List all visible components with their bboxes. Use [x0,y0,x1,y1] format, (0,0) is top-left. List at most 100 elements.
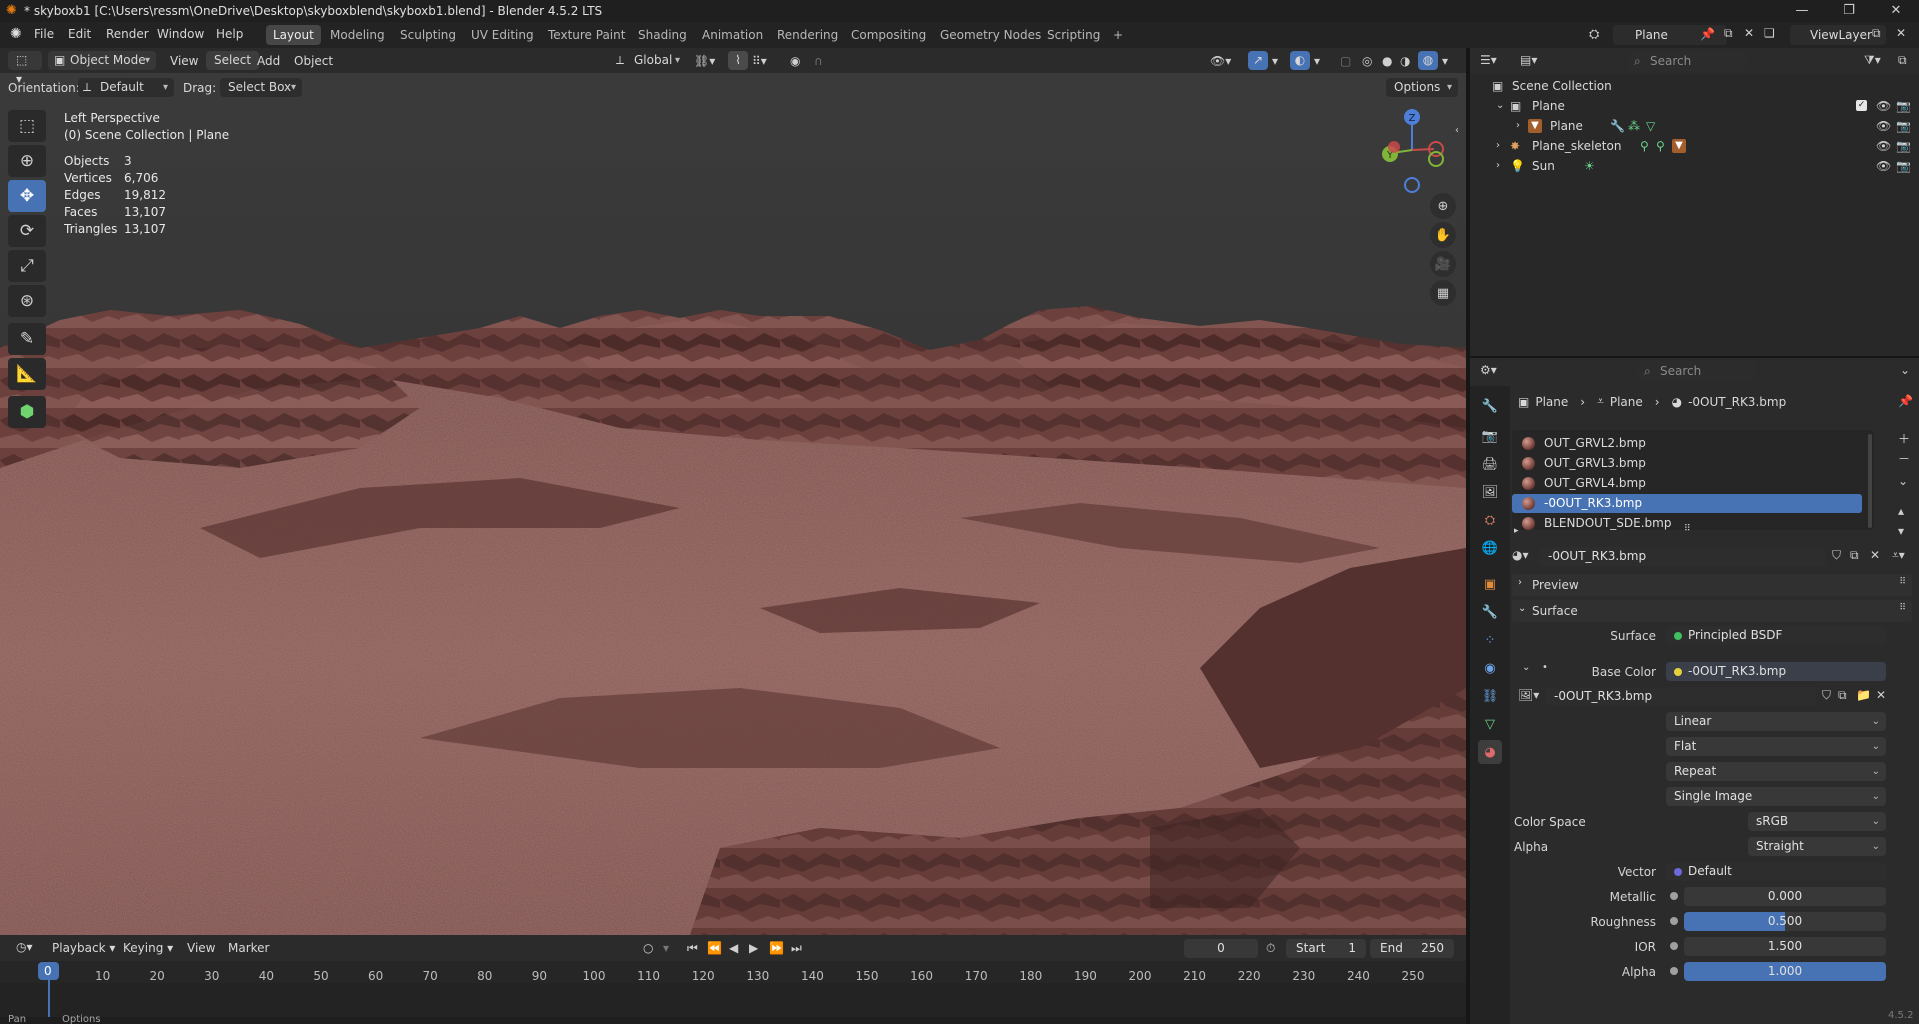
menu-add[interactable]: Add [257,54,280,68]
pan-hand-icon[interactable]: ✋ [1430,222,1456,248]
menu-edit[interactable]: Edit [68,27,91,41]
material-shading-icon[interactable]: ◑ [1400,54,1410,68]
outliner-row-scene-collection[interactable]: ▣ Scene Collection [1470,76,1919,96]
overlay-dropdown-icon[interactable]: ▾ [1314,54,1320,68]
tab-object[interactable]: ▣ [1478,572,1502,596]
scale-tool[interactable]: ⤢ [8,250,46,282]
tab-rendering[interactable]: Rendering [770,25,845,45]
timeline-editor-type-button[interactable]: ◷▾ [8,938,42,957]
cursor-tool[interactable]: ⊕ [8,145,46,177]
material-name-field[interactable]: -0OUT_RK3.bmp [1540,547,1826,566]
menu-playback[interactable]: Playback ▾ [52,941,115,955]
snap-icon[interactable]: ⌇ [728,51,748,70]
chevron-right-icon[interactable]: › [1496,136,1500,156]
tab-world[interactable]: 🌐 [1478,536,1502,560]
add-slot-icon[interactable]: ＋ [1898,430,1910,447]
roughness-slider[interactable]: 0.500 [1684,912,1886,931]
tab-render[interactable]: 📷 [1478,424,1502,448]
tab-data[interactable]: ▽ [1478,712,1502,736]
menu-select[interactable]: Select [206,51,260,70]
pin-icon[interactable]: 📌 [1700,27,1715,41]
mode-selector[interactable]: ▣ Object Mode ▾ [48,51,156,70]
add-cube-tool[interactable]: ⬢ [8,396,46,428]
close-button[interactable]: ✕ [1873,0,1919,22]
tab-compositing[interactable]: Compositing [844,25,933,45]
shading-dropdown-icon[interactable]: ▾ [1442,54,1448,68]
chevron-right-icon[interactable]: › [1516,116,1520,136]
menu-render[interactable]: Render [106,27,149,41]
menu-window[interactable]: Window [157,27,204,41]
exclude-checkbox[interactable]: ✓ [1856,100,1867,111]
move-tool[interactable]: ✥ [8,180,46,212]
tab-uv-editing[interactable]: UV Editing [464,25,541,45]
child-mesh-icon[interactable]: ▼ [1672,139,1686,153]
material-slot[interactable]: OUT_GRVL3.bmp [1512,454,1862,473]
alpha-mode-dropdown[interactable]: Straight ⌄ [1748,837,1886,856]
tab-layout[interactable]: Layout [266,25,321,45]
current-frame-field[interactable]: 0 [1184,939,1258,958]
menu-object[interactable]: Object [294,54,333,68]
viewlayer-icon[interactable]: ❏ [1764,26,1775,40]
outliner-search-input[interactable]: ⌕ Search [1628,51,1746,71]
add-workspace-icon[interactable]: + [1106,25,1130,45]
ior-field[interactable]: 1.500 [1684,937,1886,956]
minimize-button[interactable]: — [1779,0,1825,22]
visibility-icon[interactable]: 👁▾ [1210,54,1231,68]
wireframe-shading-icon[interactable]: ◎ [1362,54,1372,68]
tab-shading[interactable]: Shading [631,25,694,45]
metallic-slider[interactable]: 0.000 [1684,887,1886,906]
annotate-tool[interactable]: ✎ [8,323,46,355]
tab-modeling[interactable]: Modeling [323,25,392,45]
render-camera-icon[interactable]: 📷 [1896,156,1911,176]
tab-material[interactable]: ◕ [1478,740,1502,764]
navigation-gizmo[interactable]: Z Y [1370,105,1450,195]
proportional-edit-icon[interactable]: ◉ [790,54,800,68]
rendered-shading-icon[interactable]: ◍ [1418,51,1438,70]
tab-constraints[interactable]: ⛓ [1478,684,1502,708]
rotate-tool[interactable]: ⟳ [8,215,46,247]
tab-texture-paint[interactable]: Texture Paint [541,25,632,45]
orientation-selector[interactable]: ⟂ Default ▾ [78,78,174,97]
tab-output[interactable]: 🖨 [1478,452,1502,476]
preview-range-icon[interactable]: ⏱ [1266,941,1275,956]
camera-view-icon[interactable]: 🎥 [1430,251,1456,277]
alpha-slider[interactable]: 1.000 [1684,962,1886,981]
options-chevron-icon[interactable]: ⌄ [1900,363,1910,377]
menu-file[interactable]: File [34,27,54,41]
render-camera-icon[interactable]: 📷 [1896,116,1911,136]
surface-panel-header[interactable]: ⌄ Surface ⠿ [1512,600,1912,622]
play-reverse-icon[interactable]: ◀ [729,941,738,955]
start-frame-field[interactable]: Start 1 [1286,939,1366,958]
material-slot[interactable]: OUT_GRVL4.bmp [1512,474,1862,493]
material-slot-selected[interactable]: -0OUT_RK3.bmp [1512,494,1862,513]
transform-tool[interactable]: ⊛ [8,285,46,317]
perspective-toggle-icon[interactable]: ▦ [1430,280,1456,306]
projection-dropdown[interactable]: Flat ⌄ [1666,737,1886,756]
properties-search-input[interactable]: ⌕ Search [1638,361,1756,381]
tab-view-layer[interactable]: 🖼 [1478,480,1502,504]
drag-selector[interactable]: Select Box ▾ [220,78,302,97]
xray-icon[interactable]: ▢ [1340,54,1351,68]
drag-handle-icon[interactable]: ⠿ [1899,603,1906,613]
vertex-groups-icon[interactable]: ⁂ [1628,116,1640,136]
jump-start-icon[interactable]: ⏮ [687,941,698,956]
auto-keying-options-icon[interactable]: ▾ [663,941,669,955]
modifier-wrench-icon[interactable]: 🔧 [1610,116,1625,136]
tab-animation[interactable]: Animation [695,25,770,45]
slot-specials-icon[interactable]: ⌄ [1898,474,1908,488]
gizmo-dropdown-icon[interactable]: ▾ [1272,54,1278,68]
interpolation-dropdown[interactable]: Linear ⌄ [1666,712,1886,731]
duplicate-material-icon[interactable]: ⧉ [1850,548,1859,563]
list-resize-handle[interactable]: ⠿ [1684,524,1691,534]
gizmo-neg-y-axis[interactable] [1428,151,1444,167]
remove-slot-icon[interactable]: － [1898,450,1910,467]
snap-target-icon[interactable]: ⠿▾ [752,54,767,68]
menu-marker[interactable]: Marker [228,941,269,955]
mesh-data-icon[interactable]: ▽ [1646,116,1655,136]
sidebar-toggle-icon[interactable]: ‹ [1455,125,1459,136]
delete-scene-icon[interactable]: ✕ [1744,26,1754,40]
pose-icon[interactable]: ⚲ [1640,136,1649,156]
visibility-eye-icon[interactable]: 👁 [1876,96,1891,116]
record-icon[interactable]: ○ [643,941,653,955]
visibility-eye-icon[interactable]: 👁 [1876,156,1891,176]
